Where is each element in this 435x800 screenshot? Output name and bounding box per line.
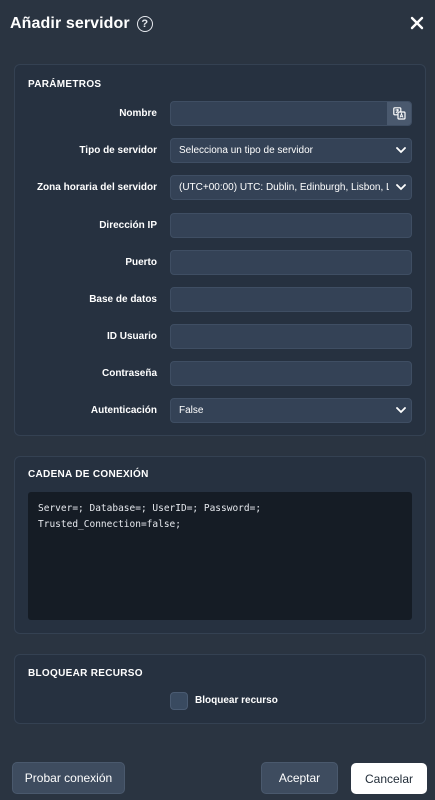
port-value [179, 251, 389, 274]
port-input[interactable] [170, 250, 412, 275]
user-id-input[interactable] [170, 324, 412, 349]
ip-value [179, 214, 389, 237]
database-row: Base de datos [15, 287, 427, 312]
auth-label: Autenticación [90, 405, 157, 416]
translate-icon [392, 107, 406, 120]
connection-string-panel: CADENA DE CONEXIÓN Server=; Database=; U… [14, 456, 426, 634]
timezone-label: Zona horaria del servidor [36, 182, 157, 193]
chevron-down-icon [396, 184, 406, 191]
lock-resource-section-title: BLOQUEAR RECURSO [28, 668, 143, 679]
port-label: Puerto [125, 257, 157, 268]
port-row: Puerto [15, 250, 427, 275]
test-connection-button[interactable]: Probar conexión [12, 762, 125, 794]
cancel-button[interactable]: Cancelar [351, 763, 427, 794]
parameters-section-title: PARÁMETROS [28, 79, 102, 90]
server-type-value: Selecciona un tipo de servidor [179, 145, 313, 156]
timezone-row: Zona horaria del servidor (UTC+00:00) UT… [15, 175, 427, 200]
server-type-select[interactable]: Selecciona un tipo de servidor [170, 138, 412, 163]
dialog-title: Añadir servidor [10, 15, 130, 32]
chevron-down-icon [396, 147, 406, 154]
auth-row: Autenticación False [15, 398, 427, 423]
auth-value: False [179, 405, 204, 416]
server-type-row: Tipo de servidor Selecciona un tipo de s… [15, 138, 427, 163]
database-label: Base de datos [89, 294, 157, 305]
lock-resource-label[interactable]: Bloquear recurso [195, 692, 278, 710]
connection-string-section-title: CADENA DE CONEXIÓN [28, 469, 149, 480]
password-value [179, 362, 389, 385]
ip-input[interactable] [170, 213, 412, 238]
dialog-header: Añadir servidor ? [0, 0, 435, 48]
name-field[interactable] [170, 101, 412, 126]
user-id-value [179, 325, 389, 348]
close-icon[interactable] [409, 15, 425, 31]
database-input[interactable] [170, 287, 412, 312]
name-value [179, 102, 389, 125]
timezone-select[interactable]: (UTC+00:00) UTC: Dublin, Edinburgh, Lisb… [170, 175, 412, 200]
auth-select[interactable]: False [170, 398, 412, 423]
name-label: Nombre [119, 108, 157, 119]
translate-button[interactable] [387, 102, 411, 125]
lock-resource-checkbox[interactable] [170, 692, 188, 710]
timezone-value: (UTC+00:00) UTC: Dublin, Edinburgh, Lisb… [179, 182, 389, 193]
connection-string-text[interactable]: Server=; Database=; UserID=; Password=; … [28, 492, 412, 620]
ip-row: Dirección IP [15, 213, 427, 238]
database-value [179, 288, 389, 311]
password-label: Contraseña [101, 368, 157, 379]
chevron-down-icon [396, 407, 406, 414]
user-id-row: ID Usuario [15, 324, 427, 349]
parameters-panel: PARÁMETROS Nombre Tipo de servidor Selec… [14, 64, 426, 436]
help-icon[interactable]: ? [136, 16, 153, 32]
lock-resource-panel: BLOQUEAR RECURSO Bloquear recurso [14, 654, 426, 724]
user-id-label: ID Usuario [106, 331, 157, 342]
password-input[interactable] [170, 361, 412, 386]
server-type-label: Tipo de servidor [79, 145, 157, 156]
ip-label: Dirección IP [99, 220, 157, 231]
name-row: Nombre [15, 101, 427, 126]
accept-button[interactable]: Aceptar [261, 762, 338, 794]
password-row: Contraseña [15, 361, 427, 386]
